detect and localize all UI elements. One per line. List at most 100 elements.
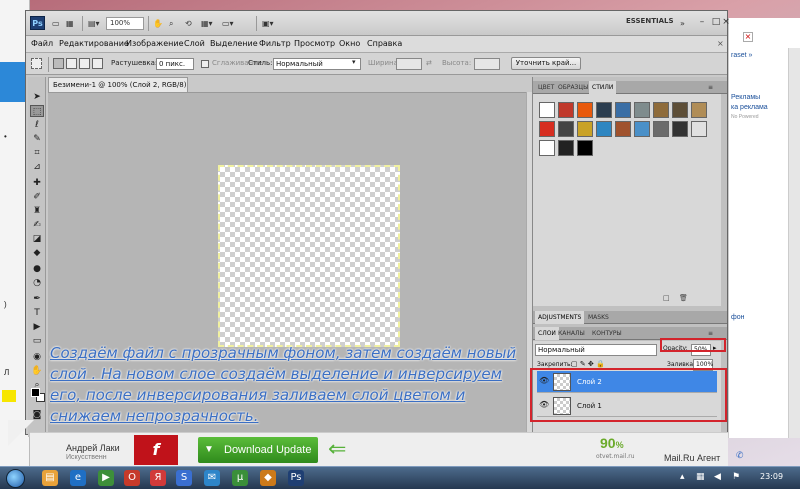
workspace-switcher[interactable]: ESSENTIALS [626,17,674,25]
new-style-icon[interactable]: □ [663,294,670,302]
download-update-button[interactable]: ▼ Download Update [198,437,318,463]
shape-tool-icon[interactable]: ▭ [30,335,44,347]
path-select-tool-icon[interactable]: ▶ [30,321,44,333]
style-swatch[interactable] [634,121,650,137]
style-swatch[interactable] [577,121,593,137]
stamp-tool-icon[interactable]: ♜ [30,205,44,217]
feather-input[interactable]: 0 пикс. [156,58,194,70]
tray-arrow-icon[interactable]: ▴ [680,472,685,482]
tab-masks[interactable]: MASKS [585,311,612,324]
network-icon[interactable]: ▦ [696,472,705,482]
menu-filter[interactable]: Фильтр [259,39,291,48]
height-input[interactable] [474,58,500,70]
bridge-icon[interactable]: ▭ [52,17,60,30]
menu-select[interactable]: Выделение [210,39,258,48]
pen-tool-icon[interactable]: ✒ [30,293,44,305]
marquee-preset-icon[interactable] [31,58,42,69]
lasso-tool-icon[interactable]: ℓ [30,119,44,131]
document-tab[interactable]: Безимени-1 @ 100% (Слой 2, RGB/8) * [48,77,188,103]
style-swatch[interactable] [539,140,555,156]
background-scrollbar[interactable] [788,48,800,438]
phone-icon[interactable]: ✆ [736,451,744,461]
style-swatch[interactable] [539,102,555,118]
3d-rotate-tool-icon[interactable]: ◉ [30,351,44,363]
eyedropper-tool-icon[interactable]: ⊿ [30,161,44,173]
grid-icon[interactable]: ▦▾ [201,17,213,30]
style-swatch[interactable] [691,121,707,137]
yandex-icon[interactable]: Я [150,470,166,486]
menu-window[interactable]: Окно [339,39,360,48]
chevron-down-icon[interactable]: ▾ [352,58,356,66]
style-swatch[interactable] [558,140,574,156]
zoom-level-select[interactable]: 100% [106,17,144,30]
opera-icon[interactable]: O [124,470,140,486]
menu-file[interactable]: Файл [31,39,53,48]
tab-channels[interactable]: КАНАЛЫ [555,327,588,340]
chat-icon[interactable]: ✉ [204,470,220,486]
new-selection-icon[interactable] [53,58,64,69]
style-swatch[interactable] [577,140,593,156]
close-document-icon[interactable]: × [717,39,724,48]
workspace-dropdown-icon[interactable]: » [680,17,685,30]
style-swatch[interactable] [558,102,574,118]
layout-icon[interactable]: ▤▾ [88,17,100,30]
explorer-icon[interactable]: ▤ [42,470,58,486]
menu-help[interactable]: Справка [367,39,402,48]
style-swatch[interactable] [615,102,631,118]
tab-adjustments[interactable]: ADJUSTMENTS [535,311,585,324]
style-swatch[interactable] [672,121,688,137]
panel-menu-icon[interactable]: ≡ [705,81,716,94]
subtract-selection-icon[interactable] [79,58,90,69]
move-tool-icon[interactable]: ➤ [30,91,44,103]
skype-icon[interactable]: S [176,470,192,486]
rotate-icon[interactable]: ⟲ [185,17,192,30]
style-swatch[interactable] [558,121,574,137]
intersect-selection-icon[interactable] [92,58,103,69]
style-swatch[interactable] [596,102,612,118]
delete-style-icon[interactable]: 🗑 [679,294,688,302]
dodge-tool-icon[interactable]: ◔ [30,277,44,289]
close-icon[interactable]: × [720,16,732,28]
tab-paths[interactable]: КОНТУРЫ [589,327,625,340]
mailru-agent-label[interactable]: Mail.Ru Агент [664,453,720,463]
blend-mode-select[interactable]: Нормальный [535,344,657,356]
gradient-tool-icon[interactable]: ◆ [30,247,44,259]
photoshop-taskbar-icon[interactable]: Ps [288,470,304,486]
style-swatch[interactable] [653,121,669,137]
add-selection-icon[interactable] [66,58,77,69]
start-button[interactable] [6,469,25,488]
utorrent-icon[interactable]: µ [232,470,248,486]
type-tool-icon[interactable]: T [30,307,44,319]
foreground-color-swatch[interactable] [31,388,40,397]
refine-edge-button[interactable]: Уточнить край... [511,57,581,70]
media-icon[interactable]: ▶ [98,470,114,486]
style-swatch[interactable] [615,121,631,137]
close-icon[interactable]: × [743,32,753,42]
tab-swatches[interactable]: ОБРАЗЦЫ [555,81,591,94]
hand-icon[interactable]: ✋ [153,17,163,30]
eraser-tool-icon[interactable]: ◪ [30,233,44,245]
antialias-checkbox[interactable] [201,60,209,68]
healing-tool-icon[interactable]: ✚ [30,177,44,189]
style-swatch[interactable] [634,102,650,118]
style-swatch[interactable] [577,102,593,118]
style-select[interactable]: Нормальный [273,58,361,70]
menu-view[interactable]: Просмотр [294,39,335,48]
history-brush-icon[interactable]: ✍ [30,219,44,231]
app-icon[interactable]: ◆ [260,470,276,486]
hand-tool-icon[interactable]: ✋ [30,365,44,377]
width-input[interactable] [396,58,422,70]
tab-color[interactable]: ЦВЕТ [535,81,557,94]
volume-icon[interactable]: ◀ [714,472,721,482]
transparent-canvas[interactable] [218,165,400,347]
zoom-icon[interactable]: ⌕ [169,17,173,30]
ie-icon[interactable]: e [70,470,86,486]
minimize-icon[interactable]: – [696,16,708,28]
menu-layer[interactable]: Слой [184,39,205,48]
marquee-tool-icon[interactable]: ⬚ [30,105,44,117]
screen-mode-icon[interactable]: ▭▾ [222,17,234,30]
mini-bridge-icon[interactable]: ▦ [66,17,74,30]
flag-icon[interactable]: ⚑ [732,472,740,482]
style-swatch[interactable] [691,102,707,118]
style-swatch[interactable] [539,121,555,137]
